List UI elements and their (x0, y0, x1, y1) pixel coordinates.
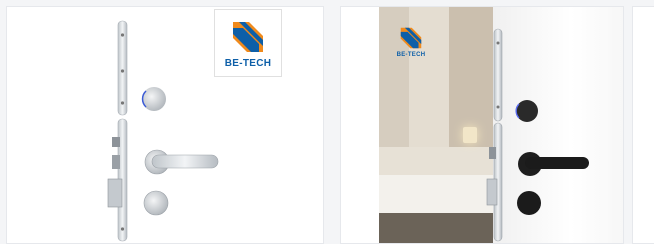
product-card-partial[interactable] (632, 6, 654, 244)
thumb-turn (143, 190, 169, 216)
be-tech-logo-mark (400, 27, 422, 48)
logo-text: BE-TECH (224, 57, 272, 69)
card-reader-icon (516, 100, 538, 122)
black-lock-illustration (486, 28, 589, 242)
product-card-silver[interactable]: BE-TECH (6, 6, 324, 244)
thumb-turn (517, 191, 541, 215)
be-tech-logo-mark (233, 21, 263, 52)
be-tech-logo: BE-TECH (214, 9, 282, 77)
lever-handle (525, 157, 589, 169)
product-card-black[interactable]: BE-TECH (340, 6, 624, 244)
be-tech-logo: BE-TECH (391, 21, 431, 61)
logo-text: BE-TECH (396, 51, 426, 58)
lever-handle (151, 154, 219, 169)
